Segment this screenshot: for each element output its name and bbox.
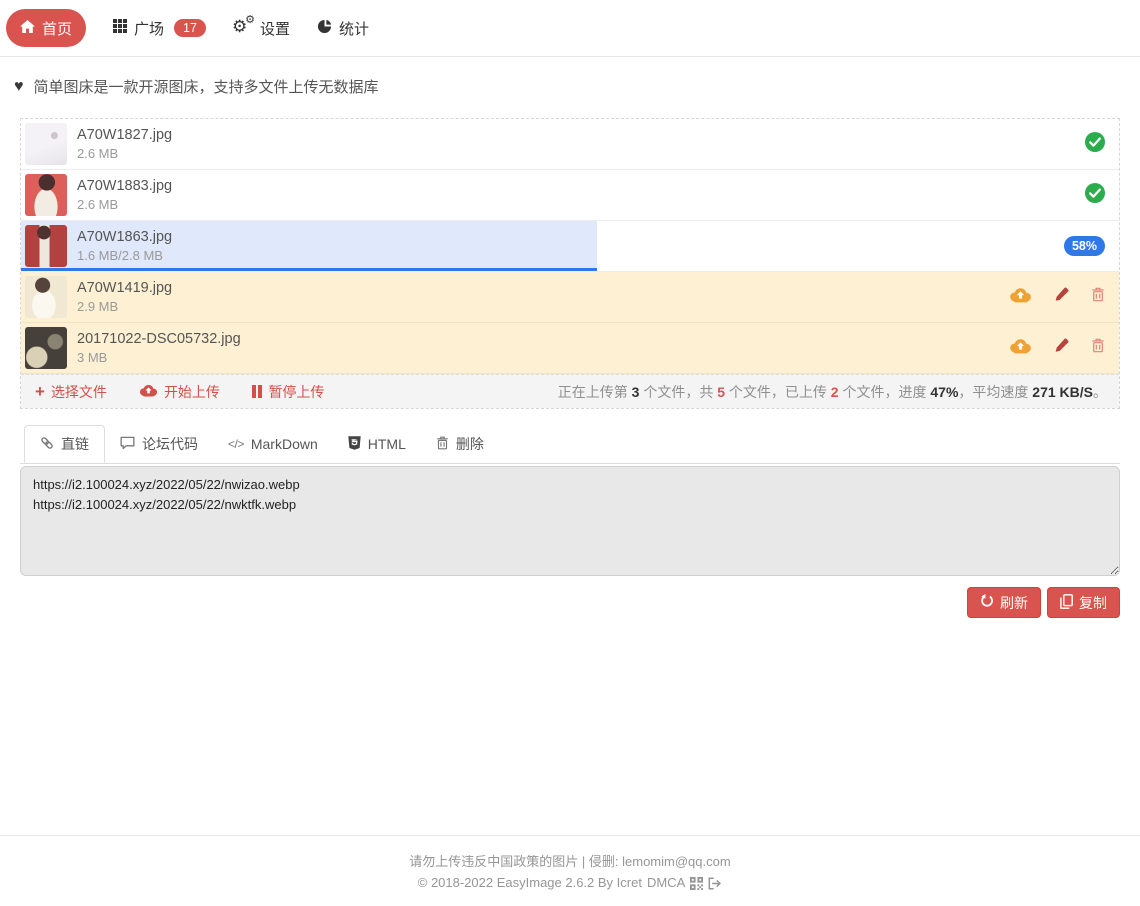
file-thumbnail[interactable] [25, 123, 67, 165]
file-name: A70W1863.jpg [77, 228, 172, 246]
file-name: A70W1419.jpg [77, 279, 172, 297]
check-circle-icon [1085, 183, 1105, 208]
code-icon: </> [228, 437, 244, 451]
nav-plaza-label: 广场 [134, 18, 164, 39]
pause-upload-label: 暂停上传 [268, 382, 324, 402]
page-footer: 请勿上传违反中国政策的图片 | 侵删: lemomim@qq.com © 201… [0, 835, 1140, 902]
file-size: 2.9 MB [77, 299, 172, 315]
footer-copyright-text: © 2018-2022 EasyImage 2.6.2 By Icret [418, 873, 642, 893]
plaza-count-badge: 17 [174, 19, 206, 38]
tab-markdown[interactable]: </> MarkDown [213, 425, 333, 463]
file-thumbnail[interactable] [25, 225, 67, 267]
refresh-icon [980, 594, 994, 611]
upload-status-text: 正在上传第 3 个文件，共 5 个文件，已上传 2 个文件，进度 47%，平均速… [558, 382, 1107, 402]
file-name: A70W1827.jpg [77, 126, 172, 144]
file-size: 1.6 MB/2.8 MB [77, 248, 172, 264]
intro-line: ♥ 简单图床是一款开源图床，支持多文件上传无数据库 [14, 76, 1126, 97]
pie-chart-icon [317, 19, 332, 38]
nav-plaza[interactable]: 广场 17 [113, 18, 206, 39]
dmca-link[interactable]: DMCA [647, 873, 685, 893]
output-buttons: 刷新 复制 [20, 587, 1120, 618]
trash-icon [436, 436, 449, 453]
pause-icon [252, 385, 263, 398]
edit-pencil-icon[interactable] [1054, 338, 1069, 358]
start-upload-label: 开始上传 [164, 382, 220, 402]
refresh-button[interactable]: 刷新 [967, 587, 1041, 618]
copy-button[interactable]: 复制 [1047, 587, 1120, 618]
heart-icon: ♥ [14, 79, 24, 95]
copy-label: 复制 [1079, 593, 1107, 613]
file-name: A70W1883.jpg [77, 177, 172, 195]
file-row-pending: A70W1419.jpg 2.9 MB [21, 272, 1119, 323]
tab-html-label: HTML [368, 436, 406, 452]
qrcode-icon[interactable] [690, 873, 703, 893]
nav-home-label: 首页 [42, 18, 72, 39]
gears-icon: ⚙⚙ [233, 19, 253, 37]
html5-icon [348, 436, 361, 453]
select-files-label: 选择文件 [51, 382, 107, 402]
intro-text: 简单图床是一款开源图床，支持多文件上传无数据库 [34, 76, 379, 97]
tab-delete-label: 删除 [456, 434, 484, 454]
link-icon [40, 436, 54, 453]
home-icon [20, 20, 35, 37]
tab-delete[interactable]: 删除 [421, 425, 499, 463]
nav-stats-label: 统计 [339, 18, 369, 39]
nav-settings[interactable]: ⚙⚙ 设置 [233, 18, 290, 39]
cloud-upload-icon[interactable] [1009, 286, 1032, 308]
tab-direct-link[interactable]: 直链 [24, 425, 105, 463]
nav-home[interactable]: 首页 [6, 9, 86, 47]
tab-forum-code[interactable]: 论坛代码 [105, 425, 213, 463]
check-circle-icon [1085, 132, 1105, 157]
cloud-upload-icon [139, 383, 158, 400]
file-size: 2.6 MB [77, 197, 172, 213]
file-thumbnail[interactable] [25, 327, 67, 369]
logout-icon[interactable] [708, 873, 722, 893]
tab-forum-code-label: 论坛代码 [142, 434, 198, 454]
pause-upload-button[interactable]: 暂停上传 [252, 382, 325, 402]
file-size: 3 MB [77, 350, 241, 366]
select-files-button[interactable]: + 选择文件 [35, 382, 107, 402]
direct-links-textarea[interactable]: https://i2.100024.xyz/2022/05/22/nwizao.… [20, 466, 1120, 576]
delete-trash-icon[interactable] [1091, 287, 1105, 307]
delete-trash-icon[interactable] [1091, 338, 1105, 358]
file-thumbnail[interactable] [25, 174, 67, 216]
upload-action-bar: + 选择文件 开始上传 暂停上传 正在上传第 3 个文件，共 5 个文件，已上传… [21, 374, 1119, 408]
file-size: 2.6 MB [77, 146, 172, 162]
refresh-label: 刷新 [1000, 593, 1028, 613]
file-row: A70W1883.jpg 2.6 MB [21, 170, 1119, 221]
upload-dropzone: A70W1827.jpg 2.6 MB A70W1883.jpg 2.6 MB [20, 118, 1120, 409]
link-format-tabs: 直链 论坛代码 </> MarkDown HTML 删除 [20, 425, 1120, 464]
start-upload-button[interactable]: 开始上传 [139, 382, 220, 402]
file-row-pending: 20171022-DSC05732.jpg 3 MB [21, 323, 1119, 374]
tab-markdown-label: MarkDown [251, 436, 318, 452]
nav-stats[interactable]: 统计 [317, 18, 369, 39]
file-row: A70W1827.jpg 2.6 MB [21, 119, 1119, 170]
grid-icon [113, 19, 127, 37]
progress-percent-badge: 58% [1064, 236, 1105, 257]
top-navbar: 首页 广场 17 ⚙⚙ 设置 统计 [0, 0, 1140, 57]
tab-html[interactable]: HTML [333, 425, 421, 463]
footer-policy-text: 请勿上传违反中国政策的图片 | 侵删: lemomim@qq.com [0, 852, 1140, 872]
file-name: 20171022-DSC05732.jpg [77, 330, 241, 348]
comment-icon [120, 436, 135, 453]
file-thumbnail[interactable] [25, 276, 67, 318]
plus-icon: + [35, 383, 45, 400]
copy-icon [1060, 594, 1073, 612]
nav-settings-label: 设置 [260, 18, 290, 39]
tab-direct-link-label: 直链 [61, 434, 89, 454]
file-row-uploading: A70W1863.jpg 1.6 MB/2.8 MB 58% [21, 221, 1119, 272]
edit-pencil-icon[interactable] [1054, 287, 1069, 307]
cloud-upload-icon[interactable] [1009, 337, 1032, 359]
